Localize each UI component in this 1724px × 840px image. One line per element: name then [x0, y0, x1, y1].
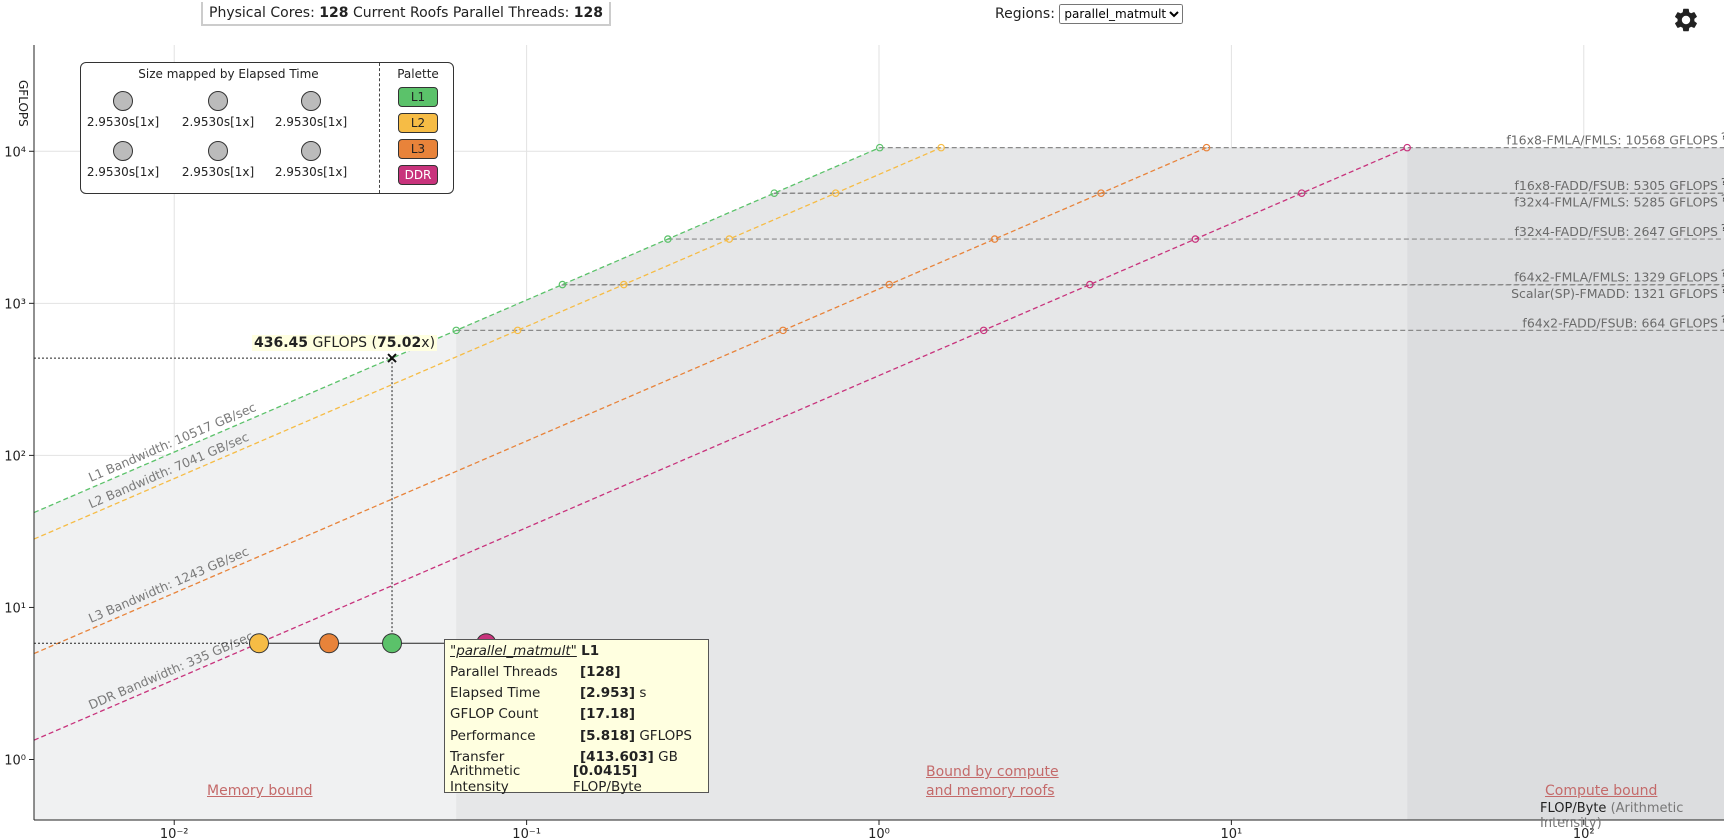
x-tick-label: 10⁻¹	[512, 827, 541, 840]
tooltip-key: Performance	[450, 727, 536, 744]
y-tick-label: 10⁰	[4, 753, 26, 768]
tooltip-region-link[interactable]: "parallel_matmult"	[450, 643, 577, 659]
legend-size-label: 2.9530s[1x]	[274, 165, 348, 179]
tooltip-value: [0.0415] FLOP/Byte	[572, 762, 642, 795]
tooltip-row: GFLOP Count [17.18]	[450, 704, 703, 725]
compute-roof-label: f64x2-FADD/FSUB: 664 GFLOPS	[1522, 315, 1718, 330]
x-tick-label: 10⁰	[868, 827, 890, 840]
tooltip-title: "parallel_matmult" L1	[450, 643, 703, 659]
bound-by-both-line2: and memory roofs	[926, 783, 1055, 799]
palette-swatch-l3[interactable]: L3	[398, 139, 438, 159]
palette-swatch-l1[interactable]: L1	[398, 87, 438, 107]
tooltip-value: [5.818] GFLOPS	[580, 727, 692, 744]
data-point-l3[interactable]	[319, 633, 340, 654]
data-point-l2[interactable]	[248, 633, 269, 654]
tooltip-key: Parallel Threads	[450, 663, 558, 680]
legend-size-dot	[113, 141, 133, 161]
compute-roof-label: f32x4-FMLA/FMLS: 5285 GFLOPS	[1514, 194, 1718, 209]
bound-by-both-line1: Bound by compute	[926, 764, 1059, 780]
tooltip-value: [17.18]	[580, 706, 636, 723]
legend-size-dot	[301, 141, 321, 161]
performance-readout: 436.45 GFLOPS (75.02x)	[252, 335, 438, 351]
palette-title: Palette	[397, 67, 439, 81]
legend-size-cell: 2.9530s[1x]	[266, 141, 356, 179]
legend-size-cell: 2.9530s[1x]	[78, 141, 168, 179]
tooltip-row: Elapsed Time [2.953] s	[450, 682, 703, 703]
legend-size-cell: 2.9530s[1x]	[266, 91, 356, 129]
legend-size-label: 2.9530s[1x]	[274, 115, 348, 129]
compute-roof-label: f64x2-FMLA/FMLS: 1329 GFLOPS	[1514, 270, 1718, 285]
legend-size-label: 2.9530s[1x]	[181, 165, 255, 179]
zone-shading	[34, 147, 1724, 820]
tooltip-level: L1	[581, 643, 600, 659]
legend-size-dot	[208, 91, 228, 111]
legend-size-dot	[208, 141, 228, 161]
tooltip-key: GFLOP Count	[450, 706, 539, 723]
palette-swatch-l2[interactable]: L2	[398, 113, 438, 133]
legend-size-label: 2.9530s[1x]	[86, 115, 160, 129]
bound-by-both-link[interactable]: Bound by compute and memory roofs	[926, 763, 1059, 801]
compute-bound-zone	[1407, 147, 1724, 820]
y-tick-label: 10³	[4, 297, 26, 312]
legend-separator	[379, 63, 380, 193]
compute-roof-label: Scalar(SP)-FMADD: 1321 GFLOPS	[1511, 286, 1718, 301]
legend-size-label: 2.9530s[1x]	[181, 115, 255, 129]
tooltip-row: Arithmetic Intensity [0.0415] FLOP/Byte	[450, 763, 703, 795]
legend-size-cell: 2.9530s[1x]	[173, 91, 263, 129]
tooltip-value: [2.953] s	[580, 685, 647, 702]
x-axis-label: FLOP/Byte (Arithmetic Intensity)	[1540, 801, 1724, 831]
compute-roof-label: f16x8-FMLA/FMLS: 10568 GFLOPS	[1506, 133, 1718, 148]
point-tooltip: "parallel_matmult" L1 Parallel Threads [1…	[444, 639, 709, 795]
x-axis-label-main: FLOP/Byte	[1540, 801, 1607, 816]
performance-ratio: 75.02	[376, 335, 422, 351]
legend-title: Size mapped by Elapsed Time	[138, 67, 319, 81]
performance-unit: GFLOPS	[312, 335, 368, 351]
compute-roof-label: f32x4-FADD/FSUB: 2647 GFLOPS	[1514, 224, 1718, 239]
data-point-l1[interactable]	[382, 633, 403, 654]
legend-size-dot	[113, 91, 133, 111]
performance-value: 436.45	[254, 335, 309, 351]
legend: Size mapped by Elapsed Time 2.9530s[1x] …	[80, 62, 454, 194]
tooltip-row: Performance [5.818] GFLOPS	[450, 725, 703, 746]
y-axis-label: GFLOPS	[16, 80, 30, 127]
memory-bound-link[interactable]: Memory bound	[207, 782, 312, 801]
y-tick-label: 10⁴	[4, 145, 26, 160]
legend-size-cell: 2.9530s[1x]	[78, 91, 168, 129]
y-tick-label: 10¹	[4, 601, 26, 616]
tooltip-key: Elapsed Time	[450, 685, 541, 702]
legend-size-dot	[301, 91, 321, 111]
tooltip-row: Parallel Threads [128]	[450, 661, 703, 682]
legend-size-label: 2.9530s[1x]	[86, 165, 160, 179]
palette-swatch-ddr[interactable]: DDR	[398, 165, 438, 185]
compute-bound-link[interactable]: Compute bound	[1545, 782, 1657, 801]
x-tick-label: 10⁻²	[160, 827, 189, 840]
compute-roof-label: f16x8-FADD/FSUB: 5305 GFLOPS	[1514, 178, 1718, 193]
performance-ratio-suffix: x	[421, 335, 430, 351]
x-tick-label: 10¹	[1221, 827, 1243, 840]
tooltip-key: Arithmetic Intensity	[450, 762, 521, 795]
legend-size-cell: 2.9530s[1x]	[173, 141, 263, 179]
y-tick-label: 10²	[4, 449, 26, 464]
tooltip-value: [128]	[580, 663, 621, 680]
